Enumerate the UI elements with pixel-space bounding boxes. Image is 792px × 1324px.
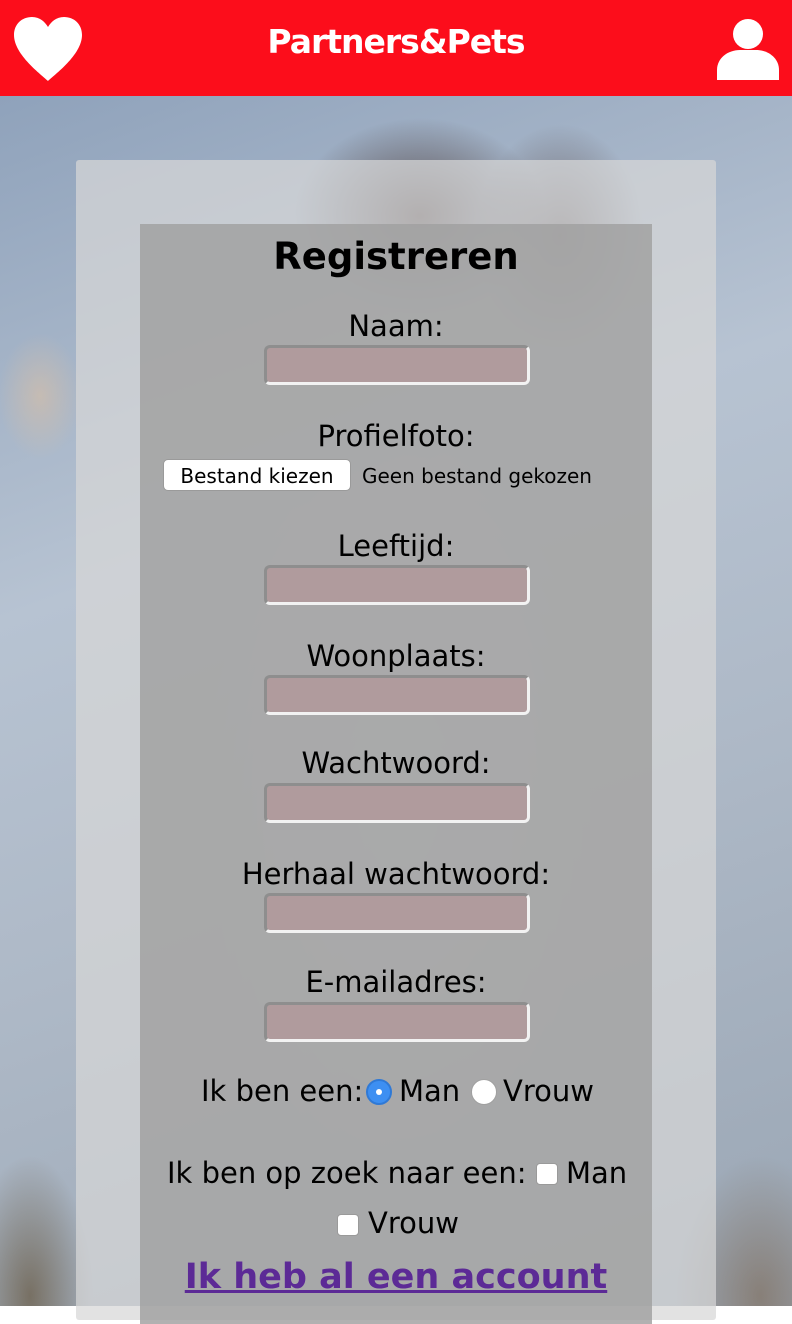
email-input[interactable] [264, 1002, 530, 1042]
seeking-woman-label[interactable]: Vrouw [368, 1205, 459, 1241]
age-label: Leeftijd: [337, 529, 455, 563]
name-input[interactable] [264, 345, 530, 385]
login-link[interactable]: Ik heb al een account [140, 1254, 652, 1300]
password-input[interactable] [264, 783, 530, 823]
seeking-label: Ik ben op zoek naar een: [167, 1156, 527, 1190]
age-input[interactable] [264, 565, 530, 605]
name-label: Naam: [348, 309, 444, 343]
file-status: Geen bestand gekozen [362, 464, 592, 488]
seeking-woman-checkbox[interactable] [337, 1214, 359, 1236]
city-input[interactable] [264, 675, 530, 715]
gender-woman-label[interactable]: Vrouw [503, 1073, 594, 1109]
password-label: Wachtwoord: [301, 746, 491, 780]
password-repeat-input[interactable] [264, 893, 530, 933]
city-label: Woonplaats: [306, 639, 486, 673]
password-repeat-label: Herhaal wachtwoord: [241, 857, 551, 891]
brand-logo[interactable]: Partners&Pets [0, 20, 792, 64]
user-icon[interactable] [716, 16, 780, 80]
form-title: Registreren [273, 235, 519, 278]
gender-woman-radio[interactable] [471, 1079, 497, 1105]
choose-file-button[interactable]: Bestand kiezen [163, 459, 351, 491]
email-label: E-mailadres: [305, 965, 487, 999]
seeking-man-label[interactable]: Man [566, 1155, 627, 1191]
gender-man-label[interactable]: Man [399, 1073, 460, 1109]
gender-man-radio[interactable] [366, 1079, 392, 1105]
photo-label: Profielfoto: [317, 419, 475, 453]
top-bar: Partners&Pets [0, 0, 792, 96]
seeking-man-checkbox[interactable] [536, 1163, 558, 1185]
gender-label: Ik ben een: [201, 1074, 364, 1108]
